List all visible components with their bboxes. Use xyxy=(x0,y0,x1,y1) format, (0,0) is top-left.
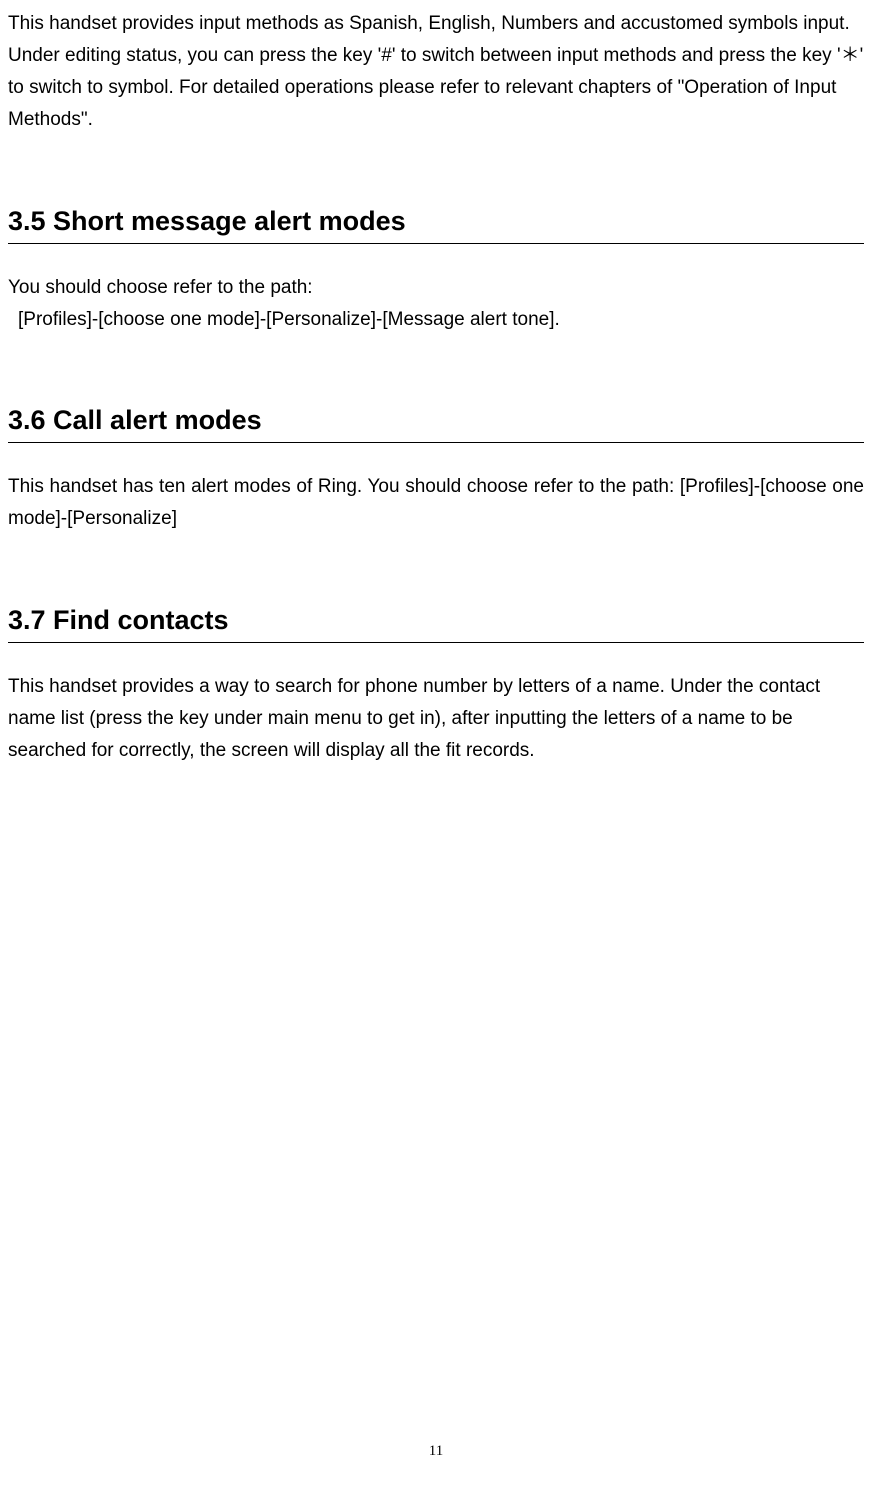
page-number: 11 xyxy=(0,1443,872,1460)
intro-paragraph: This handset provides input methods as S… xyxy=(8,8,864,136)
body-line-2: [Profiles]-[choose one mode]-[Personaliz… xyxy=(8,304,864,336)
section-body-3-7: This handset provides a way to search fo… xyxy=(8,671,864,767)
section-heading-3-5: 3.5 Short message alert modes xyxy=(8,206,864,244)
section-body-3-6: This handset has ten alert modes of Ring… xyxy=(8,471,864,535)
section-body-3-5: You should choose refer to the path: [Pr… xyxy=(8,272,864,336)
body-line-1: You should choose refer to the path: xyxy=(8,272,864,304)
section-heading-3-6: 3.6 Call alert modes xyxy=(8,405,864,443)
section-heading-3-7: 3.7 Find contacts xyxy=(8,605,864,643)
